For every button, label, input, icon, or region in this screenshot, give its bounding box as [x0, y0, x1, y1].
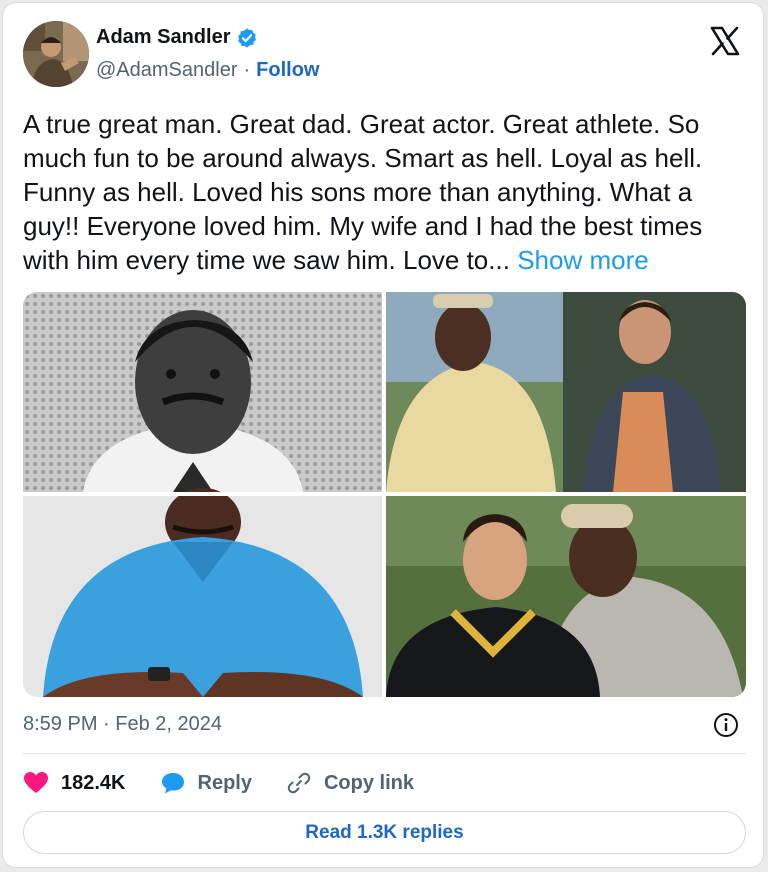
like-count: 182.4K: [61, 771, 126, 794]
separator-dot: ·: [243, 59, 251, 81]
media-photo-2[interactable]: [386, 292, 746, 492]
reply-label: Reply: [197, 771, 252, 794]
author-avatar[interactable]: [23, 21, 89, 87]
tweet-card: Adam Sandler @AdamSandler · Follow A tru…: [2, 2, 764, 868]
copy-link-button[interactable]: Copy link: [286, 770, 414, 796]
like-button[interactable]: 182.4K: [23, 771, 126, 795]
divider: [23, 753, 746, 754]
tweet-timestamp[interactable]: 8:59 PM · Feb 2, 2024: [23, 713, 222, 736]
link-icon: [287, 772, 311, 794]
author-handle[interactable]: @AdamSandler: [96, 59, 237, 82]
x-logo-icon[interactable]: [709, 25, 741, 57]
follow-button[interactable]: Follow: [256, 59, 319, 82]
copy-link-label: Copy link: [323, 771, 414, 794]
media-photo-1[interactable]: [23, 292, 382, 492]
show-more-link[interactable]: Show more: [517, 245, 649, 275]
author-name[interactable]: Adam Sandler: [96, 26, 230, 49]
media-photo-3[interactable]: [23, 488, 382, 697]
tweet-actions: 182.4K Reply Copy link: [23, 767, 448, 799]
verified-badge-icon: [238, 27, 257, 48]
reply-bubble-icon: [161, 773, 184, 794]
media-photo-4[interactable]: [386, 496, 746, 697]
heart-icon: [24, 772, 48, 793]
tweet-text: A true great man. Great dad. Great actor…: [23, 107, 753, 277]
info-icon[interactable]: [713, 712, 739, 738]
read-replies-button[interactable]: Read 1.3K replies: [23, 811, 746, 854]
reply-button[interactable]: Reply: [160, 771, 252, 795]
tweet-media-grid: [23, 292, 746, 697]
